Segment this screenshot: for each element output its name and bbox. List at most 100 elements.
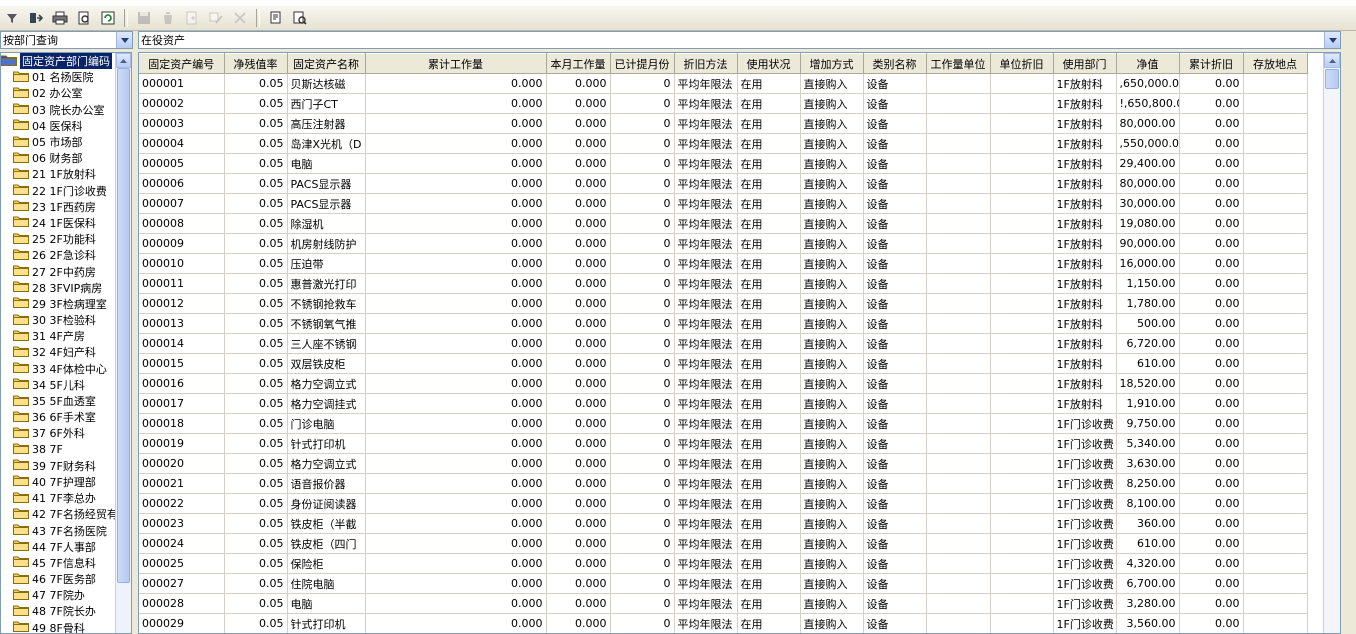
table-row[interactable]: 000014 0.05 三人座不锈钢 0.000 0.000 0 平均年限法 在用 直接购入 设备…	[139, 333, 1308, 354]
column-header[interactable]: 使用部门	[1053, 53, 1117, 74]
tree-item[interactable]: 32 4F妇产科	[1, 344, 117, 360]
tree-item[interactable]: 40 7F护理部	[1, 474, 117, 490]
table-row[interactable]: 000003 0.05 高压注射器 0.000 0.000 0 平均年限法 在用 直接购入 设备 1…	[139, 113, 1308, 134]
column-header[interactable]: 累计工作量	[365, 53, 547, 74]
query-icon[interactable]	[289, 8, 311, 28]
grid-scrollbar[interactable]	[1323, 53, 1340, 633]
column-header[interactable]: 存放地点	[1243, 53, 1308, 74]
table-row[interactable]: 000017 0.05 格力空调挂式 0.000 0.000 0 平均年限法 在用 直接购入 设备…	[139, 393, 1308, 414]
tree-item[interactable]: 44 7F人事部	[1, 539, 117, 555]
filter-icon[interactable]	[1, 8, 23, 28]
tree-item[interactable]: 06 财务部	[1, 150, 117, 166]
print-icon[interactable]	[49, 8, 71, 28]
tree-item[interactable]: 21 1F放射科	[1, 166, 117, 182]
chevron-down-icon[interactable]	[1324, 32, 1340, 48]
table-row[interactable]: 000004 0.05 岛津X光机（D 0.000 0.000 0 平均年限法 在用 直接购入设…	[139, 133, 1308, 154]
column-header[interactable]: 本月工作量	[546, 53, 611, 74]
tree-item[interactable]: 24 1F医保科	[1, 215, 117, 231]
table-row[interactable]: 000002 0.05 西门子CT 0.000 0.000 0 平均年限法 在用 直接购入 设备 1…	[139, 93, 1308, 114]
asset-status-combo[interactable]: 在役资产	[138, 31, 1341, 49]
tree-item[interactable]: 04 医保科	[1, 118, 117, 134]
table-row[interactable]: 000013 0.05 不锈钢氧气推 0.000 0.000 0 平均年限法 在用 直接购入 设备…	[139, 313, 1308, 334]
tree-item[interactable]: 42 7F名扬经贸有	[1, 506, 117, 522]
table-row[interactable]: 000001 0.05 贝斯达核磁 0.000 0.000 0 平均年限法 在用 直接购入 设备 1…	[139, 73, 1308, 94]
grid-scroll-thumb[interactable]	[1325, 69, 1339, 89]
save-icon[interactable]	[133, 8, 155, 28]
tree-item[interactable]: 22 1F门诊收费	[1, 183, 117, 199]
table-row[interactable]: 000006 0.05 PACS显示器 0.000 0.000 0 平均年限法 在用 直接购入设…	[139, 173, 1308, 194]
tree-item[interactable]: 48 7F院长办	[1, 603, 117, 619]
edit-icon[interactable]	[205, 8, 227, 28]
table-row[interactable]: 000018 0.05 门诊电脑 0.000 0.000 0 平均年限法 在用 直接购入 设备 1F…	[139, 413, 1308, 434]
table-row[interactable]: 000025 0.05 保险柜 0.000 0.000 0 平均年限法 在用 直接购入 设备 1F门…	[139, 553, 1308, 574]
tree-item[interactable]: 49 8F骨科	[1, 620, 117, 633]
tree-item[interactable]: 39 7F财务科	[1, 458, 117, 474]
tree-item[interactable]: 30 3F检验科	[1, 312, 117, 328]
table-row[interactable]: 000027 0.05 住院电脑 0.000 0.000 0 平均年限法 在用 直接购入 设备 1F…	[139, 573, 1308, 594]
query-mode-combo[interactable]: 按部门查询	[0, 31, 133, 49]
tree-scrollbar[interactable]	[115, 53, 131, 633]
refresh-icon[interactable]	[97, 8, 119, 28]
table-row[interactable]: 000007 0.05 PACS显示器 0.000 0.000 0 平均年限法 在用 直接购入设…	[139, 193, 1308, 214]
tree-item[interactable]: 27 2F中药房	[1, 263, 117, 279]
column-header[interactable]: 类别名称	[863, 53, 927, 74]
tree-item[interactable]: 03 院长办公室	[1, 102, 117, 118]
report-icon[interactable]	[265, 8, 287, 28]
tree-item[interactable]: 25 2F功能科	[1, 231, 117, 247]
scroll-up-icon[interactable]	[1324, 53, 1340, 68]
tree-item[interactable]: 02 办公室	[1, 85, 117, 101]
table-row[interactable]: 000020 0.05 格力空调立式 0.000 0.000 0 平均年限法 在用 直接购入 设备…	[139, 453, 1308, 474]
tree-item[interactable]: 36 6F手术室	[1, 409, 117, 425]
table-row[interactable]: 000024 0.05 铁皮柜（四门 0.000 0.000 0 平均年限法 在用 直接购入 设备…	[139, 533, 1308, 554]
tree-item[interactable]: 41 7F李总办	[1, 490, 117, 506]
tree-scroll-thumb[interactable]	[117, 68, 130, 583]
chevron-down-icon[interactable]	[116, 32, 132, 48]
tree-item[interactable]: 31 4F产房	[1, 328, 117, 344]
tree-item[interactable]: 43 7F名扬医院	[1, 522, 117, 538]
tree-item[interactable]: 47 7F院办	[1, 587, 117, 603]
delete-icon[interactable]	[157, 8, 179, 28]
column-header[interactable]: 折旧方法	[674, 53, 738, 74]
tree-item[interactable]: 05 市场部	[1, 134, 117, 150]
export-icon[interactable]	[25, 8, 47, 28]
tree-root[interactable]: 固定资产部门编码	[1, 53, 117, 70]
add-icon[interactable]	[181, 8, 203, 28]
column-header[interactable]: 固定资产名称	[287, 53, 366, 74]
table-row[interactable]: 000010 0.05 压迫带 0.000 0.000 0 平均年限法 在用 直接购入 设备 1F放…	[139, 253, 1308, 274]
table-row[interactable]: 000029 0.05 针式打印机 0.000 0.000 0 平均年限法 在用 直接购入 设备 1…	[139, 613, 1308, 633]
table-row[interactable]: 000008 0.05 除湿机 0.000 0.000 0 平均年限法 在用 直接购入 设备 1F放…	[139, 213, 1308, 234]
tree-item[interactable]: 45 7F信息科	[1, 555, 117, 571]
column-header[interactable]: 工作量单位	[926, 53, 991, 74]
column-header[interactable]: 已计提月份	[610, 53, 675, 74]
tree-item[interactable]: 38 7F	[1, 442, 117, 458]
table-row[interactable]: 000011 0.05 惠普激光打印 0.000 0.000 0 平均年限法 在用 直接购入 设备…	[139, 273, 1308, 294]
column-header[interactable]: 固定资产编号	[139, 53, 225, 74]
table-row[interactable]: 000015 0.05 双层铁皮柜 0.000 0.000 0 平均年限法 在用 直接购入 设备 1…	[139, 353, 1308, 374]
tree-item[interactable]: 34 5F儿科	[1, 377, 117, 393]
table-row[interactable]: 000012 0.05 不锈钢抢救车 0.000 0.000 0 平均年限法 在用 直接购入 设备…	[139, 293, 1308, 314]
table-row[interactable]: 000022 0.05 身份证阅读器 0.000 0.000 0 平均年限法 在用 直接购入 设备…	[139, 493, 1308, 514]
table-row[interactable]: 000028 0.05 电脑 0.000 0.000 0 平均年限法 在用 直接购入 设备 1F门诊…	[139, 593, 1308, 614]
table-row[interactable]: 000019 0.05 针式打印机 0.000 0.000 0 平均年限法 在用 直接购入 设备 1…	[139, 433, 1308, 454]
tree-item[interactable]: 23 1F西药房	[1, 199, 117, 215]
table-row[interactable]: 000021 0.05 语音报价器 0.000 0.000 0 平均年限法 在用 直接购入 设备 1…	[139, 473, 1308, 494]
preview-icon[interactable]	[73, 8, 95, 28]
column-header[interactable]: 累计折旧	[1179, 53, 1244, 74]
tree-item[interactable]: 37 6F外科	[1, 425, 117, 441]
tree-item[interactable]: 01 名扬医院	[1, 69, 117, 85]
tree-item[interactable]: 35 5F血透室	[1, 393, 117, 409]
column-header[interactable]: 增加方式	[800, 53, 864, 74]
tree-item[interactable]: 29 3F检病理室	[1, 296, 117, 312]
column-header[interactable]: 单位折旧	[990, 53, 1054, 74]
column-header[interactable]: 使用状况	[737, 53, 801, 74]
scroll-up-icon[interactable]	[116, 53, 131, 68]
table-row[interactable]: 000009 0.05 机房射线防护 0.000 0.000 0 平均年限法 在用 直接购入 设备…	[139, 233, 1308, 254]
table-row[interactable]: 000023 0.05 铁皮柜（半截 0.000 0.000 0 平均年限法 在用 直接购入 设备…	[139, 513, 1308, 534]
table-row[interactable]: 000005 0.05 电脑 0.000 0.000 0 平均年限法 在用 直接购入 设备 1F放射…	[139, 153, 1308, 174]
column-header[interactable]: 净值	[1116, 53, 1180, 74]
tree-item[interactable]: 28 3FVIP病房	[1, 280, 117, 296]
tree-item[interactable]: 26 2F急诊科	[1, 247, 117, 263]
cancel-icon[interactable]	[229, 8, 251, 28]
column-header[interactable]: 净残值率	[224, 53, 288, 74]
table-row[interactable]: 000016 0.05 格力空调立式 0.000 0.000 0 平均年限法 在用 直接购入 设备…	[139, 373, 1308, 394]
